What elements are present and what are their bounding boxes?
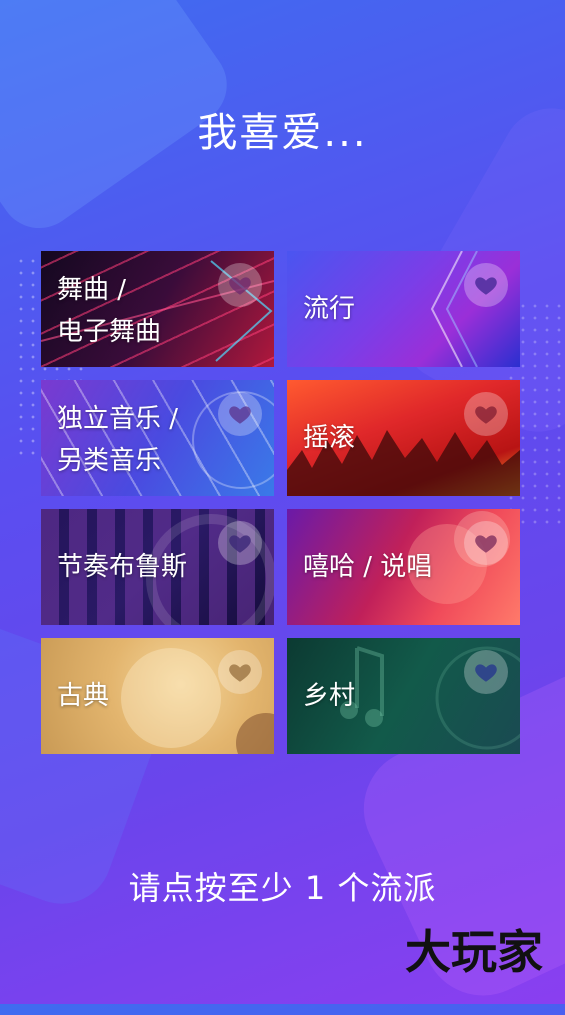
genre-tile-dance-edm[interactable]: 舞曲 / 电子舞曲 — [41, 251, 274, 367]
genre-tile-rock[interactable]: 摇滚 — [287, 380, 520, 496]
heart-icon[interactable] — [464, 521, 508, 565]
genre-label: 独立音乐 / 另类音乐 — [57, 404, 179, 476]
watermark-logo: 大玩家 — [405, 925, 543, 979]
heart-icon[interactable] — [218, 392, 262, 436]
selection-prompt: 请点按至少 1 个流派 — [128, 869, 437, 907]
genre-label: 舞曲 / 电子舞曲 — [57, 275, 162, 347]
genre-tile-rnb[interactable]: 节奏布鲁斯 — [41, 509, 274, 625]
heart-icon[interactable] — [464, 392, 508, 436]
genre-label: 嘻哈 / 说唱 — [303, 552, 433, 582]
page-title: 我喜爱... — [197, 110, 368, 156]
heart-icon[interactable] — [464, 263, 508, 307]
heart-icon[interactable] — [218, 650, 262, 694]
heart-icon[interactable] — [218, 521, 262, 565]
genre-label: 摇滚 — [303, 423, 356, 453]
genre-tile-hiphop-rap[interactable]: 嘻哈 / 说唱 — [287, 509, 520, 625]
genre-label: 古典 — [57, 681, 110, 711]
genre-tile-classical[interactable]: 古典 — [41, 638, 274, 754]
genre-tile-indie-alternative[interactable]: 独立音乐 / 另类音乐 — [41, 380, 274, 496]
genre-label: 节奏布鲁斯 — [57, 552, 188, 582]
genre-tile-country[interactable]: 乡村 — [287, 638, 520, 754]
genre-label: 流行 — [303, 294, 356, 324]
heart-icon[interactable] — [464, 650, 508, 694]
heart-icon[interactable] — [218, 263, 262, 307]
genre-label: 乡村 — [303, 681, 356, 711]
genre-tile-pop[interactable]: 流行 — [287, 251, 520, 367]
